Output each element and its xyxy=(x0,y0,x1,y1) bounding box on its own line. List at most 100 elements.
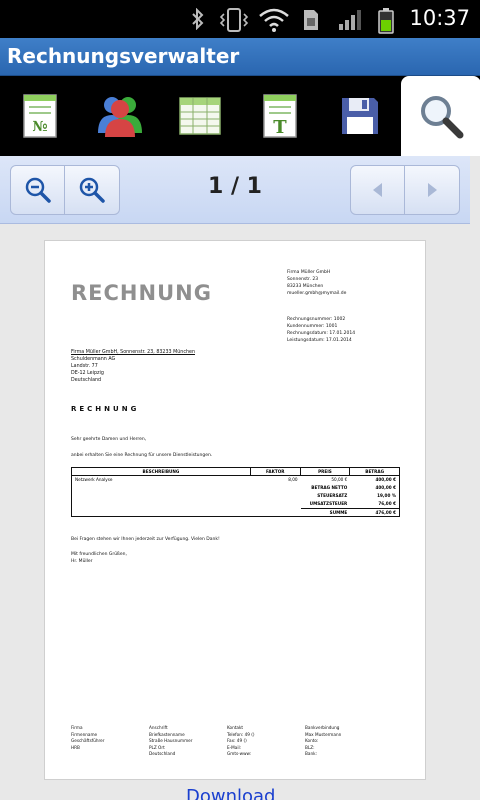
zoom-in-button[interactable] xyxy=(65,166,119,214)
table-cell: 400,00 € xyxy=(375,485,397,490)
bluetooth-icon xyxy=(192,8,204,30)
salutation: Sehr geehrte Damen und Herren, xyxy=(71,437,147,442)
text-document-icon: T xyxy=(263,94,297,138)
table-row: UMSATZSTEUER 76,00 € xyxy=(72,500,399,508)
save-icon xyxy=(342,98,378,134)
download-link[interactable]: Download xyxy=(186,786,275,800)
column-header: FAKTOR xyxy=(251,468,301,475)
page-navigation xyxy=(350,165,460,215)
table-cell: 8,00 xyxy=(288,477,298,482)
return-address-line: Firma Müller GmbH, Sonnenstr. 23, 83233 … xyxy=(71,350,195,355)
zoom-out-button[interactable] xyxy=(11,166,65,214)
invoice-title: RECHNUNG xyxy=(71,281,212,305)
zoom-controls xyxy=(10,165,120,215)
sender-block: Firma Müller GmbH Sonnenstr. 23 83233 Mü… xyxy=(287,269,346,297)
tab-save[interactable] xyxy=(320,76,400,156)
column-header: BESCHREIBUNG xyxy=(72,468,251,475)
sim-card-icon xyxy=(304,10,318,30)
table-cell xyxy=(72,484,251,492)
svg-text:№: № xyxy=(32,119,47,135)
vibrate-icon xyxy=(219,8,249,32)
table-cell xyxy=(251,500,301,508)
footer-line: Bank: xyxy=(305,751,317,756)
signal-icon xyxy=(339,10,361,30)
app-title: Rechnungsverwalter xyxy=(7,44,240,68)
footer-column: Bankverbindung Max Mustermann Konto: BLZ… xyxy=(305,725,383,758)
table-cell: 76,00 € xyxy=(378,501,397,506)
meta-line: Rechnungsnummer: 1002 xyxy=(287,317,346,322)
table-cell xyxy=(251,484,301,492)
greeting-line: Mit freundlichen Grüßen, xyxy=(71,552,127,557)
wifi-icon xyxy=(259,8,289,32)
table-cell: BETRAG NETTO xyxy=(311,485,348,490)
table-cell: 400,00 € xyxy=(375,477,397,482)
table-header: BESCHREIBUNG FAKTOR PREIS BETRAG xyxy=(72,468,399,476)
meta-line: Kundennummer: 1001 xyxy=(287,324,338,329)
table-cell xyxy=(72,492,251,500)
arrow-right-icon xyxy=(428,183,437,197)
column-header: PREIS xyxy=(301,468,351,475)
svg-text:T: T xyxy=(273,117,287,138)
clock: 10:37 xyxy=(409,6,470,30)
invoice-heading: RECHNUNG xyxy=(71,405,140,413)
previous-page-button[interactable] xyxy=(351,166,405,214)
invoice-table: BESCHREIBUNG FAKTOR PREIS BETRAG Netzwer… xyxy=(71,467,400,517)
footer-line: HRB xyxy=(71,744,80,750)
table-row: Netzwerk Analyse 8,00 50,00 € 400,00 € xyxy=(72,476,399,484)
sender-line: Firma Müller GmbH xyxy=(287,270,331,275)
footer-line: Deutschland xyxy=(149,751,176,756)
scroll-track xyxy=(470,156,480,800)
recipient-line: Landstr. 77 xyxy=(71,364,98,369)
footer-line: Gmts-www: xyxy=(227,751,252,756)
sender-line: mueller.gmbh@mymail.de xyxy=(287,291,347,296)
table-row: BETRAG NETTO 400,00 € xyxy=(72,484,399,492)
invoice-number-icon: № xyxy=(23,94,57,138)
tab-search[interactable] xyxy=(401,76,480,156)
app-title-bar: Rechnungsverwalter xyxy=(0,38,480,76)
customers-icon xyxy=(98,97,142,137)
table-cell: SUMME xyxy=(300,508,351,516)
next-page-button[interactable] xyxy=(405,166,459,214)
footer-column: Kontakt Telefon: 49 () Fax: 49 () E-Mail… xyxy=(227,725,305,758)
table-row: STEUERSATZ 19,00 % xyxy=(72,492,399,500)
intro-text: anbei erhalten Sie eine Rechnung für uns… xyxy=(71,453,213,458)
tab-bar: № T xyxy=(0,76,480,156)
recipient-line: Deutschland xyxy=(71,378,102,383)
table-cell xyxy=(72,500,251,508)
column-header: BETRAG xyxy=(365,469,385,474)
table-cell: UMSATZSTEUER xyxy=(309,501,348,506)
zoom-out-icon xyxy=(25,177,51,203)
table-cell: STEUERSATZ xyxy=(317,493,348,498)
table-cell: 50,00 € xyxy=(331,477,348,482)
table-cell xyxy=(72,508,251,516)
meta-line: Rechnungsdatum: 17.01.2014 xyxy=(287,331,356,336)
footer-column: Anschrift Briefkastenname Straße Hausnum… xyxy=(149,725,227,758)
invoice-footer: Firma Firmenname Geschäftsführer HRB Ans… xyxy=(71,725,401,758)
sender-line: 83233 München xyxy=(287,284,324,289)
page-counter: 1 / 1 xyxy=(208,174,262,199)
signature-name: Hr. Müller xyxy=(71,559,93,564)
recipient-address: Firma Müller GmbH, Sonnenstr. 23, 83233 … xyxy=(71,349,195,384)
recipient-line: DE-12 Leipzig xyxy=(71,371,104,376)
zoom-in-icon xyxy=(79,177,105,203)
sender-line: Sonnenstr. 23 xyxy=(287,277,319,282)
pdf-toolbar: 1 / 1 xyxy=(0,156,470,224)
tab-invoice-number[interactable]: № xyxy=(0,76,80,156)
tab-text-document[interactable]: T xyxy=(240,76,320,156)
table-cell xyxy=(251,508,301,516)
search-icon xyxy=(421,96,464,139)
table-cell: 19,00 % xyxy=(377,493,397,498)
invoice-page: Firma Müller GmbH Sonnenstr. 23 83233 Mü… xyxy=(44,240,426,780)
table-sum-row: SUMME 476,00 € xyxy=(72,508,400,516)
table-cell xyxy=(251,492,301,500)
recipient-line: Schuldenmann AG xyxy=(71,357,116,362)
table-cell: 476,00 € xyxy=(350,508,400,516)
meta-line: Leistungsdatum: 17.01.2014 xyxy=(287,338,352,343)
table-cell: Netzwerk Analyse xyxy=(75,477,113,482)
footer-column: Firma Firmenname Geschäftsführer HRB xyxy=(71,725,149,758)
battery-icon xyxy=(378,8,394,34)
tab-customers[interactable] xyxy=(80,76,160,156)
table-icon xyxy=(179,97,221,135)
closing-text: Bei Fragen stehen wir Ihnen jederzeit zu… xyxy=(71,537,220,542)
tab-table[interactable] xyxy=(160,76,240,156)
